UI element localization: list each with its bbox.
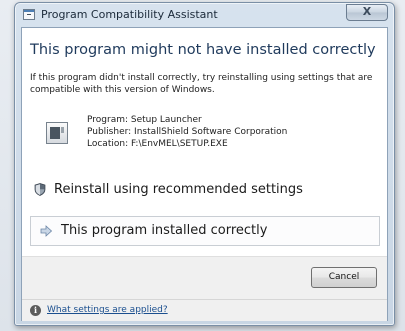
dialog-description: If this program didn't install correctly…: [30, 73, 373, 95]
setup-program-icon: [46, 122, 68, 144]
dialog-heading: This program might not have installed co…: [30, 42, 376, 58]
info-icon: i: [30, 305, 41, 316]
program-location: Location: F:\EnvMEL\SETUP.EXE: [87, 139, 228, 149]
compatibility-assistant-window: Program Compatibility Assistant X This p…: [14, 2, 395, 326]
reinstall-option[interactable]: Reinstall using recommended settings: [30, 178, 380, 206]
title-bar[interactable]: Program Compatibility Assistant X: [15, 3, 394, 27]
installed-correctly-label: This program installed correctly: [61, 223, 268, 238]
window-icon: [23, 9, 35, 20]
close-button[interactable]: X: [346, 4, 388, 21]
shield-icon: [34, 183, 46, 196]
program-publisher: Publisher: InstallShield Software Corpor…: [87, 127, 288, 137]
program-details: Program: Setup Launcher Publisher: Insta…: [87, 114, 287, 150]
window-title: Program Compatibility Assistant: [41, 8, 218, 21]
dialog-content: This program might not have installed co…: [21, 27, 388, 321]
footer-divider: [22, 299, 387, 300]
installed-correctly-option[interactable]: This program installed correctly: [30, 216, 380, 246]
reinstall-option-label: Reinstall using recommended settings: [54, 182, 303, 197]
settings-help-link[interactable]: What settings are applied?: [47, 305, 168, 315]
arrow-icon: [40, 225, 53, 237]
program-name: Program: Setup Launcher: [87, 115, 202, 125]
cancel-button[interactable]: Cancel: [311, 267, 377, 288]
dialog-footer: Cancel i What settings are applied?: [22, 256, 387, 321]
